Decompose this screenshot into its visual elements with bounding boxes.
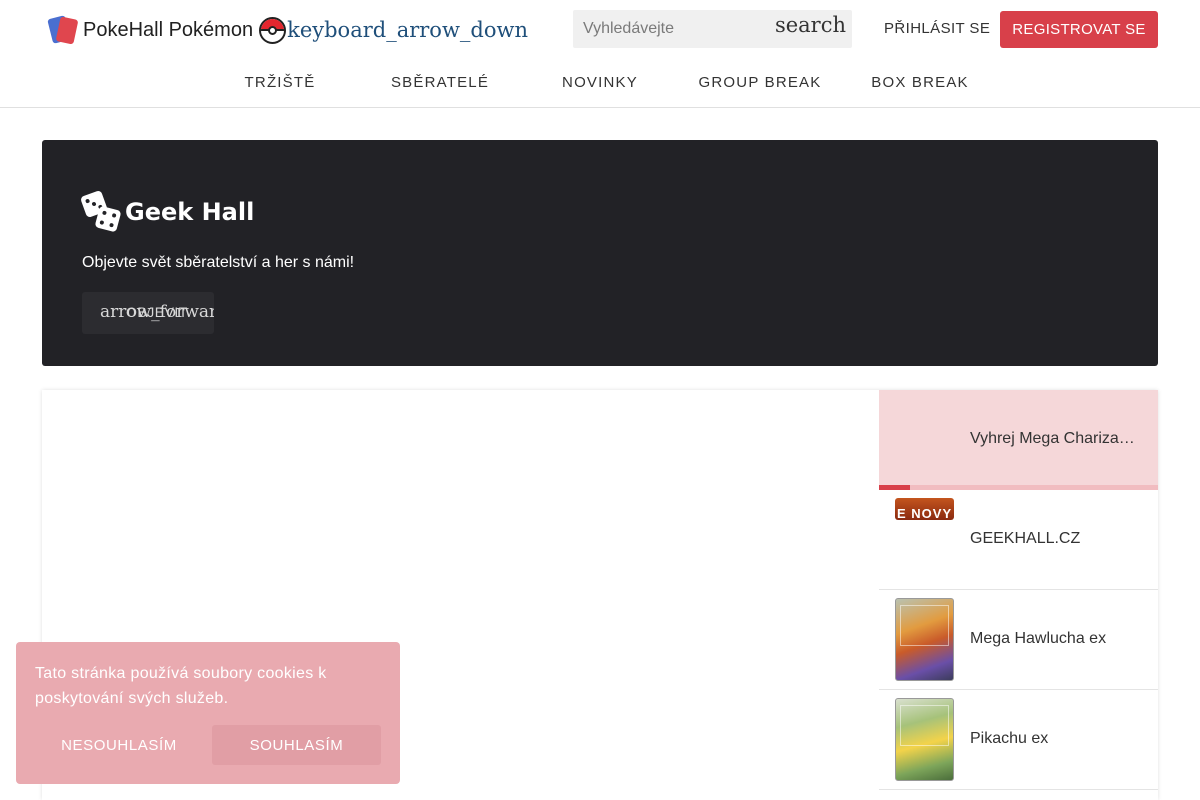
nav-item-marketplace[interactable]: TRŽIŠTĚ <box>200 74 360 91</box>
nav-item-group-break[interactable]: GROUP BREAK <box>680 74 840 91</box>
brand[interactable]: PokeHall Pokémon keyboard_arrow_down <box>47 14 528 46</box>
slide-item[interactable]: E NOVY GEEKHALL.CZ <box>879 490 1158 590</box>
hero-subtitle: Objevte svět sběratelství a her s námi! <box>82 254 355 271</box>
login-button[interactable]: PŘIHLÁSIT SE <box>884 20 990 37</box>
site-header: PokeHall Pokémon keyboard_arrow_down sea… <box>0 0 1200 108</box>
slide-item-title: GEEKHALL.CZ <box>970 530 1081 547</box>
chevron-down-icon[interactable]: keyboard_arrow_down <box>287 18 528 42</box>
cookie-accept-button[interactable]: SOUHLASÍM <box>212 725 381 765</box>
slide-item[interactable]: Mega Hawlucha ex <box>879 590 1158 690</box>
discover-button[interactable]: arrow_forward OBJEVIT <box>82 292 214 334</box>
slide-item-title: Pikachu ex <box>970 730 1049 747</box>
search-box: search <box>573 10 852 48</box>
search-input[interactable] <box>573 10 783 48</box>
pokeball-icon <box>259 16 287 44</box>
slide-item-title: Vyhrej Mega Chariza… <box>970 430 1135 447</box>
slide-item[interactable]: Vyhrej Mega Chariza… <box>879 390 1158 490</box>
search-icon[interactable]: search <box>775 13 846 37</box>
hero-logo-text: Geek Hall <box>125 198 255 226</box>
slide-item-title: Mega Hawlucha ex <box>970 630 1107 647</box>
slide-list: Vyhrej Mega Chariza… E NOVY GEEKHALL.CZ … <box>879 390 1158 800</box>
slide-thumbnail <box>895 598 954 681</box>
nav-item-collectors[interactable]: SBĚRATELÉ <box>360 74 520 91</box>
dice-icon <box>79 189 122 233</box>
nav-item-box-break[interactable]: BOX BREAK <box>840 74 1000 91</box>
cookie-banner: Tato stránka používá soubory cookies k p… <box>16 642 400 784</box>
brand-name: PokeHall Pokémon <box>83 18 254 41</box>
nav-item-news[interactable]: NOVINKY <box>520 74 680 91</box>
hero-banner: Geek Hall Objevte svět sběratelství a he… <box>42 140 1158 366</box>
thumbnail-text: E NOVY <box>897 506 953 520</box>
discover-button-label: OBJEVIT <box>126 304 188 320</box>
slide-item[interactable]: Pikachu ex <box>879 690 1158 790</box>
pokehall-logo-icon <box>47 15 79 45</box>
cookie-decline-button[interactable]: NESOUHLASÍM <box>35 725 203 765</box>
slide-thumbnail: E NOVY <box>895 498 954 520</box>
slide-thumbnail <box>895 698 954 781</box>
main-nav: TRŽIŠTĚ SBĚRATELÉ NOVINKY GROUP BREAK BO… <box>200 66 1000 100</box>
geekhall-logo: Geek Hall <box>79 189 255 234</box>
cookie-text: Tato stránka používá soubory cookies k p… <box>35 665 327 707</box>
register-button[interactable]: REGISTROVAT SE <box>1000 11 1158 48</box>
